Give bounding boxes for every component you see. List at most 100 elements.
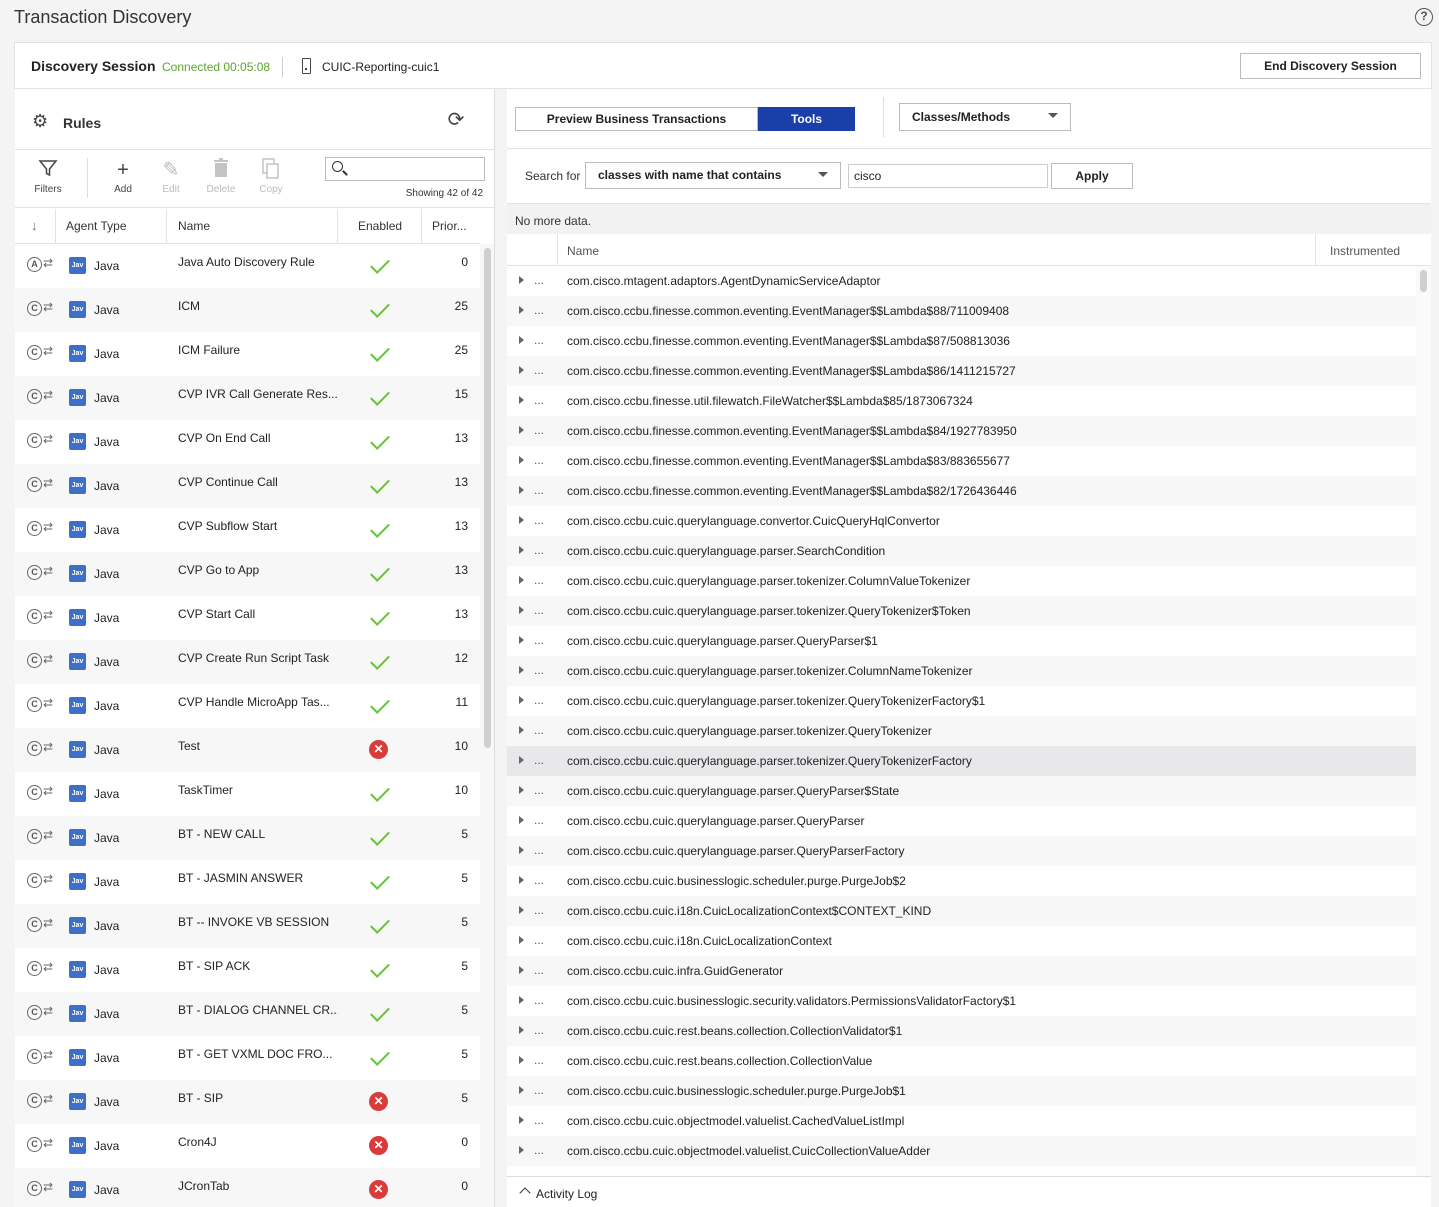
ellipsis-icon[interactable]: ... [534, 783, 544, 797]
rules-search-input[interactable] [350, 160, 480, 178]
list-item[interactable]: ... com.cisco.ccbu.cuic.i18n.CuicLocaliza… [507, 896, 1416, 926]
edit-rule-button[interactable]: ✎ Edit [149, 158, 193, 195]
list-item[interactable]: ... com.cisco.ccbu.cuic.rest.beans.collec… [507, 1046, 1416, 1076]
ellipsis-icon[interactable]: ... [534, 633, 544, 647]
ellipsis-icon[interactable]: ... [534, 1023, 544, 1037]
list-item[interactable]: ... com.cisco.mtagent.adaptors.AgentDynam… [507, 266, 1416, 296]
ellipsis-icon[interactable]: ... [534, 333, 544, 347]
expand-arrow-icon[interactable] [519, 1146, 524, 1154]
ellipsis-icon[interactable]: ... [534, 423, 544, 437]
list-item[interactable]: ... com.cisco.ccbu.cuic.businesslogic.sec… [507, 986, 1416, 1016]
list-item[interactable]: ... com.cisco.ccbu.cuic.querylanguage.par… [507, 626, 1416, 656]
expand-arrow-icon[interactable] [519, 816, 524, 824]
list-item[interactable]: ... com.cisco.ccbu.cuic.querylanguage.par… [507, 746, 1416, 776]
list-item[interactable]: ... com.cisco.ccbu.cuic.querylanguage.par… [507, 566, 1416, 596]
ellipsis-icon[interactable]: ... [534, 573, 544, 587]
list-item[interactable]: ... com.cisco.ccbu.finesse.common.eventin… [507, 296, 1416, 326]
expand-arrow-icon[interactable] [519, 516, 524, 524]
sort-down-icon[interactable]: ↓ [31, 218, 38, 233]
rules-scrollbar[interactable] [480, 244, 494, 1207]
ellipsis-icon[interactable]: ... [534, 513, 544, 527]
table-row[interactable]: C ⇄ Jav Java Cron4J ✕ 0 [15, 1124, 480, 1168]
expand-arrow-icon[interactable] [519, 486, 524, 494]
expand-arrow-icon[interactable] [519, 606, 524, 614]
ellipsis-icon[interactable]: ... [534, 753, 544, 767]
ellipsis-icon[interactable]: ... [534, 363, 544, 377]
help-icon[interactable]: ? [1415, 8, 1433, 26]
ellipsis-icon[interactable]: ... [534, 1113, 544, 1127]
list-item[interactable]: ... com.cisco.ccbu.finesse.common.eventin… [507, 476, 1416, 506]
table-row[interactable]: C ⇄ Jav Java CVP Go to App 13 [15, 552, 480, 596]
table-row[interactable]: C ⇄ Jav Java BT - NEW CALL 5 [15, 816, 480, 860]
table-row[interactable]: A ⇄ Jav Java Java Auto Discovery Rule 0 [15, 244, 480, 288]
table-row[interactable]: C ⇄ Jav Java BT - SIP ✕ 5 [15, 1080, 480, 1124]
list-item[interactable]: ... com.cisco.ccbu.finesse.util.filewatch… [507, 386, 1416, 416]
table-row[interactable]: C ⇄ Jav Java BT -- INVOKE VB SESSION 5 [15, 904, 480, 948]
col-instrumented[interactable]: Instrumented [1330, 244, 1400, 258]
tab-tools[interactable]: Tools [758, 107, 855, 131]
expand-arrow-icon[interactable] [519, 1056, 524, 1064]
list-item[interactable]: ... com.cisco.ccbu.finesse.common.eventin… [507, 446, 1416, 476]
expand-arrow-icon[interactable] [519, 306, 524, 314]
view-select-dropdown[interactable]: Classes/Methods [899, 103, 1071, 131]
expand-arrow-icon[interactable] [519, 906, 524, 914]
list-item[interactable]: ... com.cisco.ccbu.cuic.i18n.CuicLocaliza… [507, 926, 1416, 956]
ellipsis-icon[interactable]: ... [534, 843, 544, 857]
filters-button[interactable]: Filters [26, 158, 70, 195]
list-item[interactable]: ... com.cisco.ccbu.cuic.querylanguage.par… [507, 596, 1416, 626]
ellipsis-icon[interactable]: ... [534, 873, 544, 887]
refresh-icon[interactable]: ⟳ [445, 109, 467, 131]
ellipsis-icon[interactable]: ... [534, 303, 544, 317]
expand-arrow-icon[interactable] [519, 1026, 524, 1034]
ellipsis-icon[interactable]: ... [534, 603, 544, 617]
table-row[interactable]: C ⇄ Jav Java BT - GET VXML DOC FRO... 5 [15, 1036, 480, 1080]
ellipsis-icon[interactable]: ... [534, 453, 544, 467]
ellipsis-icon[interactable]: ... [534, 813, 544, 827]
table-row[interactable]: C ⇄ Jav Java BT - SIP ACK 5 [15, 948, 480, 992]
expand-arrow-icon[interactable] [519, 726, 524, 734]
expand-arrow-icon[interactable] [519, 936, 524, 944]
list-item[interactable]: ... com.cisco.ccbu.cuic.objectmodel.value… [507, 1106, 1416, 1136]
list-item[interactable]: ... com.cisco.ccbu.cuic.querylanguage.par… [507, 656, 1416, 686]
list-item[interactable]: ... com.cisco.ccbu.cuic.querylanguage.par… [507, 536, 1416, 566]
class-search-input[interactable] [848, 164, 1048, 188]
list-item[interactable]: ... com.cisco.ccbu.cuic.infra.GuidGenerat… [507, 956, 1416, 986]
delete-rule-button[interactable]: Delete [199, 158, 243, 195]
ellipsis-icon[interactable]: ... [534, 903, 544, 917]
add-rule-button[interactable]: + Add [101, 158, 145, 195]
expand-arrow-icon[interactable] [519, 636, 524, 644]
list-item[interactable]: ... com.cisco.ccbu.cuic.querylanguage.par… [507, 716, 1416, 746]
end-discovery-session-button[interactable]: End Discovery Session [1240, 53, 1421, 79]
table-row[interactable]: C ⇄ Jav Java TaskTimer 10 [15, 772, 480, 816]
ellipsis-icon[interactable]: ... [534, 273, 544, 287]
expand-arrow-icon[interactable] [519, 996, 524, 1004]
expand-arrow-icon[interactable] [519, 1086, 524, 1094]
expand-arrow-icon[interactable] [519, 1116, 524, 1124]
table-row[interactable]: C ⇄ Jav Java CVP On End Call 13 [15, 420, 480, 464]
table-row[interactable]: C ⇄ Jav Java CVP Subflow Start 13 [15, 508, 480, 552]
col-priority[interactable]: Prior... [432, 219, 467, 233]
list-item[interactable]: ... com.cisco.ccbu.cuic.rest.beans.collec… [507, 1016, 1416, 1046]
copy-rule-button[interactable]: Copy [249, 158, 293, 195]
list-item[interactable]: ... com.cisco.ccbu.finesse.common.eventin… [507, 356, 1416, 386]
col-agent-type[interactable]: Agent Type [66, 219, 127, 233]
table-row[interactable]: C ⇄ Jav Java JCronTab ✕ 0 [15, 1168, 480, 1207]
ellipsis-icon[interactable]: ... [534, 1143, 544, 1157]
list-item[interactable]: ... com.cisco.ccbu.finesse.common.eventin… [507, 416, 1416, 446]
ellipsis-icon[interactable]: ... [534, 663, 544, 677]
ellipsis-icon[interactable]: ... [534, 963, 544, 977]
table-row[interactable]: C ⇄ Jav Java CVP Handle MicroApp Tas... 11 [15, 684, 480, 728]
table-row[interactable]: C ⇄ Jav Java CVP Continue Call 13 [15, 464, 480, 508]
list-item[interactable]: ... com.cisco.ccbu.cuic.businesslogic.sch… [507, 1076, 1416, 1106]
list-item[interactable]: ... com.cisco.ccbu.cuic.querylanguage.par… [507, 776, 1416, 806]
table-row[interactable]: C ⇄ Jav Java BT - DIALOG CHANNEL CR... 5 [15, 992, 480, 1036]
col-enabled[interactable]: Enabled [358, 219, 402, 233]
list-item[interactable]: ... com.cisco.ccbu.cuic.querylanguage.par… [507, 686, 1416, 716]
list-item[interactable]: ... com.cisco.ccbu.cuic.querylanguage.con… [507, 506, 1416, 536]
rules-scroll-thumb[interactable] [484, 248, 491, 748]
expand-arrow-icon[interactable] [519, 756, 524, 764]
search-mode-dropdown[interactable]: classes with name that contains [585, 162, 841, 189]
ellipsis-icon[interactable]: ... [534, 1053, 544, 1067]
apply-button[interactable]: Apply [1051, 163, 1133, 189]
tab-preview-business-transactions[interactable]: Preview Business Transactions [515, 107, 758, 131]
